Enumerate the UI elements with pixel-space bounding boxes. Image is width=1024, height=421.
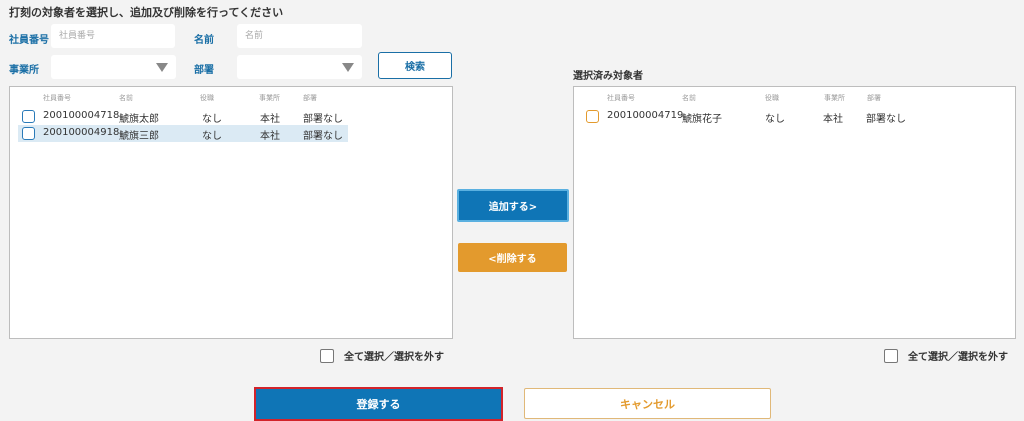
row-position: なし: [202, 131, 222, 142]
remove-button[interactable]: <削除する: [458, 243, 567, 272]
row-employee-no: 200100004718: [43, 110, 120, 121]
register-button[interactable]: 登録する: [254, 387, 503, 421]
name-label: 名前: [194, 35, 214, 46]
table-row[interactable]: 200100004918 鯱旗三郎 なし 本社 部署なし: [18, 125, 348, 142]
chevron-down-icon: [156, 63, 168, 72]
office-label: 事業所: [9, 65, 39, 76]
column-header-employee-no: 社員番号: [607, 94, 635, 102]
row-name: 鯱旗太郎: [119, 114, 159, 125]
row-name: 鯱旗三郎: [119, 131, 159, 142]
column-header-name: 名前: [682, 94, 696, 102]
select-all-label: 全て選択／選択を外す: [344, 352, 444, 363]
row-employee-no: 200100004918: [43, 127, 120, 138]
cancel-button[interactable]: キャンセル: [524, 388, 771, 419]
row-department: 部署なし: [303, 131, 343, 142]
candidate-list-panel[interactable]: 社員番号 名前 役職 事業所 部署 200100004718 鯱旗太郎 なし 本…: [9, 86, 453, 339]
office-select[interactable]: [51, 55, 176, 79]
row-employee-no: 200100004719: [607, 110, 684, 121]
row-office: 本社: [823, 114, 843, 125]
search-button[interactable]: 検索: [378, 52, 452, 79]
select-all-checkbox[interactable]: [884, 348, 898, 363]
selected-list-title: 選択済み対象者: [573, 71, 643, 82]
table-row[interactable]: 200100004719 鯱旗花子 なし 本社 部署なし: [582, 108, 912, 125]
column-header-office: 事業所: [824, 94, 845, 102]
employee-no-label: 社員番号: [9, 35, 49, 46]
row-position: なし: [202, 114, 222, 125]
row-position: なし: [765, 114, 785, 125]
column-header-department: 部署: [867, 94, 881, 102]
row-checkbox[interactable]: [586, 110, 599, 123]
row-name: 鯱旗花子: [682, 114, 722, 125]
row-office: 本社: [260, 131, 280, 142]
select-all-left[interactable]: 全て選択／選択を外す: [320, 348, 444, 363]
select-all-label: 全て選択／選択を外す: [908, 352, 1008, 363]
department-select[interactable]: [237, 55, 362, 79]
row-department: 部署なし: [303, 114, 343, 125]
name-input[interactable]: [237, 24, 362, 48]
chevron-down-icon: [342, 63, 354, 72]
row-office: 本社: [260, 114, 280, 125]
row-checkbox[interactable]: [22, 110, 35, 123]
column-header-department: 部署: [303, 94, 317, 102]
select-all-right[interactable]: 全て選択／選択を外す: [884, 348, 1008, 363]
department-label: 部署: [194, 65, 214, 76]
column-header-position: 役職: [765, 94, 779, 102]
column-header-employee-no: 社員番号: [43, 94, 71, 102]
column-header-office: 事業所: [259, 94, 280, 102]
employee-no-input[interactable]: [51, 24, 175, 48]
table-row[interactable]: 200100004718 鯱旗太郎 なし 本社 部署なし: [18, 108, 348, 125]
row-department: 部署なし: [866, 114, 906, 125]
column-header-name: 名前: [119, 94, 133, 102]
selected-list-panel[interactable]: 社員番号 名前 役職 事業所 部署 200100004719 鯱旗花子 なし 本…: [573, 86, 1016, 339]
column-header-position: 役職: [200, 94, 214, 102]
select-all-checkbox[interactable]: [320, 348, 334, 363]
row-checkbox[interactable]: [22, 127, 35, 140]
page-instruction: 打刻の対象者を選択し、追加及び削除を行ってください: [9, 6, 284, 19]
add-button[interactable]: 追加する>: [457, 189, 569, 222]
